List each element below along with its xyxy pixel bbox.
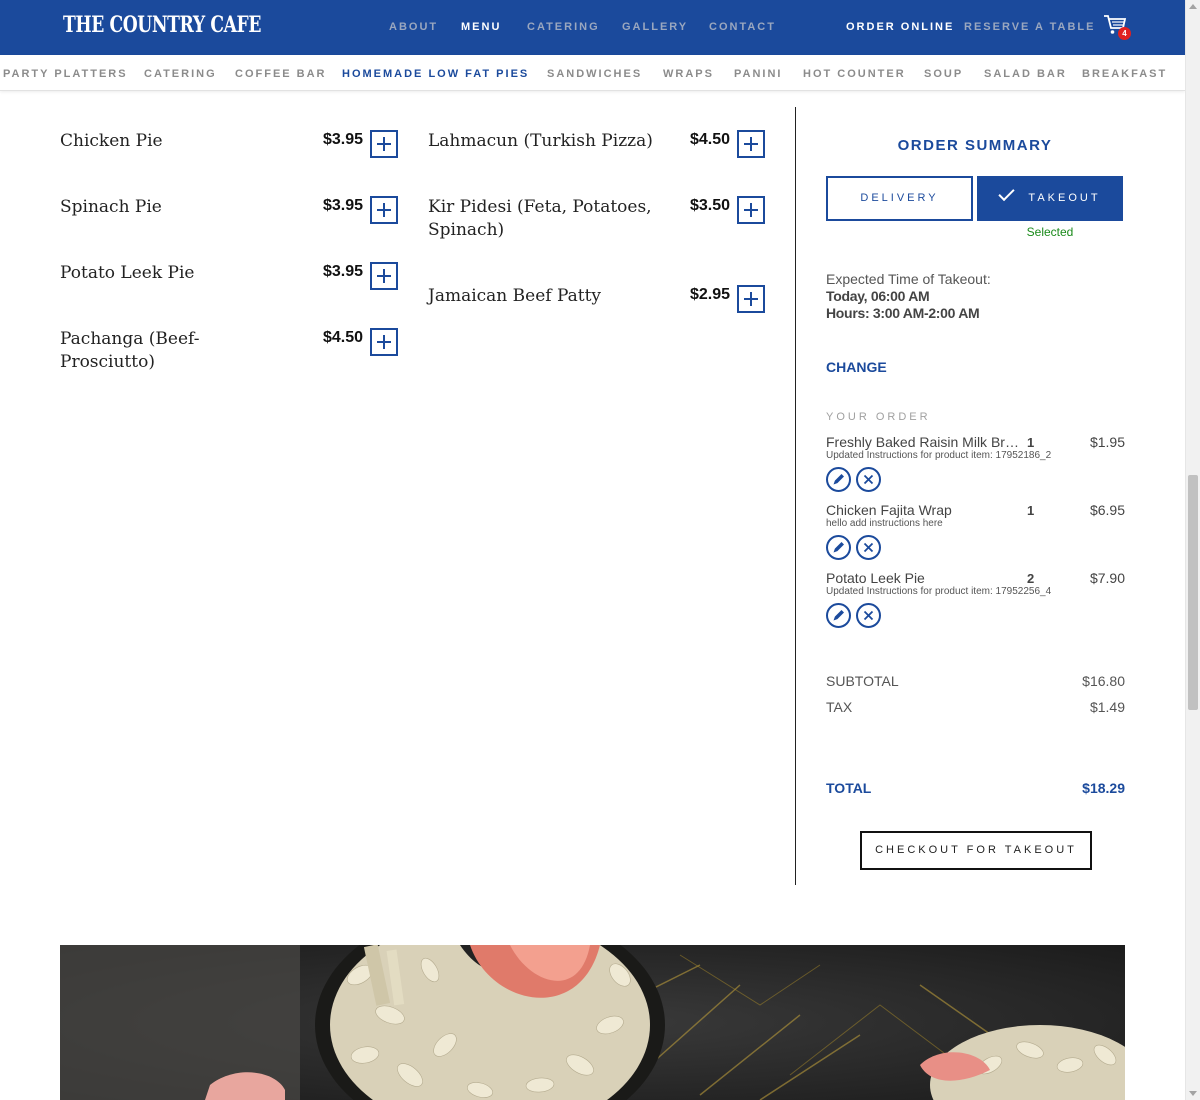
subtotal-value: $16.80 <box>1082 673 1125 689</box>
category-wraps[interactable]: WRAPS <box>663 68 714 80</box>
add-to-order-button[interactable] <box>370 196 398 224</box>
tax-value: $1.49 <box>1089 699 1125 715</box>
reserve-table-link[interactable]: RESERVE A TABLE <box>964 21 1095 33</box>
edit-item-button[interactable] <box>826 603 851 628</box>
category-homemade-low-fat-pies[interactable]: HOMEMADE LOW FAT PIES <box>342 68 529 80</box>
top-nav: THE COUNTRY CAFE ABOUT MENU CATERING GAL… <box>0 0 1185 55</box>
menu-item-name: Chicken Pie <box>60 131 163 151</box>
category-sandwiches[interactable]: SANDWICHES <box>547 68 642 80</box>
pencil-icon <box>833 542 844 553</box>
expected-time-label: Expected Time of Takeout: <box>826 271 991 287</box>
subtotal-label: SUBTOTAL <box>826 673 899 689</box>
menu-item-price: $4.50 <box>322 329 363 346</box>
menu-item-name: Potato Leek Pie <box>60 263 195 283</box>
food-banner-image <box>60 945 1125 1100</box>
add-to-order-button[interactable] <box>370 130 398 158</box>
checkout-button[interactable]: CHECKOUT FOR TAKEOUT <box>860 831 1092 870</box>
store-hours: Hours: 3:00 AM-2:00 AM <box>826 305 980 321</box>
menu-item-price: $3.50 <box>689 197 730 214</box>
order-summary-title: ORDER SUMMARY <box>897 137 1053 154</box>
category-coffee-bar[interactable]: COFFEE BAR <box>235 68 327 80</box>
order-item-qty: 1 <box>1027 435 1035 450</box>
close-icon <box>863 610 874 621</box>
menu-item-price: $3.95 <box>322 197 363 214</box>
order-item-instructions: Updated Instructions for product item: 1… <box>826 450 1052 461</box>
category-hot-counter[interactable]: HOT COUNTER <box>803 68 906 80</box>
check-icon <box>998 184 1016 202</box>
order-item-instructions: Updated Instructions for product item: 1… <box>826 586 1052 597</box>
category-catering[interactable]: CATERING <box>144 68 217 80</box>
order-item-qty: 2 <box>1027 571 1035 586</box>
category-breakfast[interactable]: BREAKFAST <box>1082 68 1167 80</box>
takeout-label: TAKEOUT <box>1028 192 1101 204</box>
add-to-order-button[interactable] <box>737 196 765 224</box>
order-item-price: $7.90 <box>1089 570 1125 586</box>
close-icon <box>863 474 874 485</box>
order-item-qty: 1 <box>1027 503 1035 518</box>
remove-item-button[interactable] <box>856 603 881 628</box>
order-item-price: $1.95 <box>1089 434 1125 450</box>
expected-time-value: Today, 06:00 AM <box>826 288 930 304</box>
category-salad-bar[interactable]: SALAD BAR <box>984 68 1067 80</box>
add-to-order-button[interactable] <box>737 285 765 313</box>
category-party-platters[interactable]: PARTY PLATTERS <box>3 68 128 80</box>
menu-item-name: Kir Pidesi (Feta, Potatoes, Spinach) <box>428 197 652 240</box>
add-to-order-button[interactable] <box>737 130 765 158</box>
menu-item-name: Spinach Pie <box>60 197 162 217</box>
sushi-photo <box>60 945 1125 1100</box>
menu-item-price: $3.95 <box>322 131 363 148</box>
total-value: $18.29 <box>1082 780 1125 796</box>
order-item-name: Freshly Baked Raisin Milk Bread <box>826 434 1021 450</box>
scroll-up-icon[interactable] <box>1189 4 1197 9</box>
edit-item-button[interactable] <box>826 467 851 492</box>
nav-menu[interactable]: MENU <box>461 21 501 33</box>
remove-item-button[interactable] <box>856 467 881 492</box>
pencil-icon <box>833 474 844 485</box>
edit-item-button[interactable] <box>826 535 851 560</box>
category-panini[interactable]: PANINI <box>734 68 782 80</box>
menu-item-name: Pachanga (Beef-Prosciutto) <box>60 329 200 372</box>
menu-item-price: $4.50 <box>689 131 730 148</box>
cart-button[interactable]: 4 <box>1103 14 1131 40</box>
delivery-button[interactable]: DELIVERY <box>826 176 973 221</box>
nav-gallery[interactable]: GALLERY <box>622 21 688 33</box>
order-online-link[interactable]: ORDER ONLINE <box>846 21 954 33</box>
order-item-instructions: hello add instructions here <box>826 518 943 529</box>
tax-label: TAX <box>826 699 853 715</box>
nav-contact[interactable]: CONTACT <box>709 21 776 33</box>
takeout-button[interactable]: TAKEOUT <box>977 176 1123 221</box>
remove-item-button[interactable] <box>856 535 881 560</box>
your-order-heading: YOUR ORDER <box>826 411 931 423</box>
nav-about[interactable]: ABOUT <box>389 21 438 33</box>
menu-item-price: $3.95 <box>322 263 363 280</box>
delivery-label: DELIVERY <box>860 192 939 204</box>
pencil-icon <box>833 610 844 621</box>
selected-indicator: Selected <box>1026 225 1074 239</box>
add-to-order-button[interactable] <box>370 328 398 356</box>
site-logo[interactable]: THE COUNTRY CAFE <box>63 12 261 42</box>
nav-catering[interactable]: CATERING <box>527 21 600 33</box>
change-time-link[interactable]: CHANGE <box>826 359 887 375</box>
add-to-order-button[interactable] <box>370 262 398 290</box>
menu-item-price: $2.95 <box>689 286 730 303</box>
order-item-price: $6.95 <box>1089 502 1125 518</box>
category-soup[interactable]: SOUP <box>924 68 963 80</box>
column-divider <box>795 107 796 885</box>
order-item-name: Chicken Fajita Wrap <box>826 502 952 518</box>
menu-item-name: Lahmacun (Turkish Pizza) <box>428 131 653 151</box>
scrollbar-thumb[interactable] <box>1188 475 1198 710</box>
scroll-down-icon[interactable] <box>1189 1091 1197 1096</box>
page-scrollbar[interactable] <box>1185 0 1200 1100</box>
order-item-name: Potato Leek Pie <box>826 570 925 586</box>
close-icon <box>863 542 874 553</box>
category-bar: PARTY PLATTERS CATERING COFFEE BAR HOMEM… <box>0 55 1185 91</box>
total-label: TOTAL <box>826 780 872 796</box>
cart-count-badge: 4 <box>1118 27 1131 40</box>
menu-item-name: Jamaican Beef Patty <box>428 286 602 306</box>
